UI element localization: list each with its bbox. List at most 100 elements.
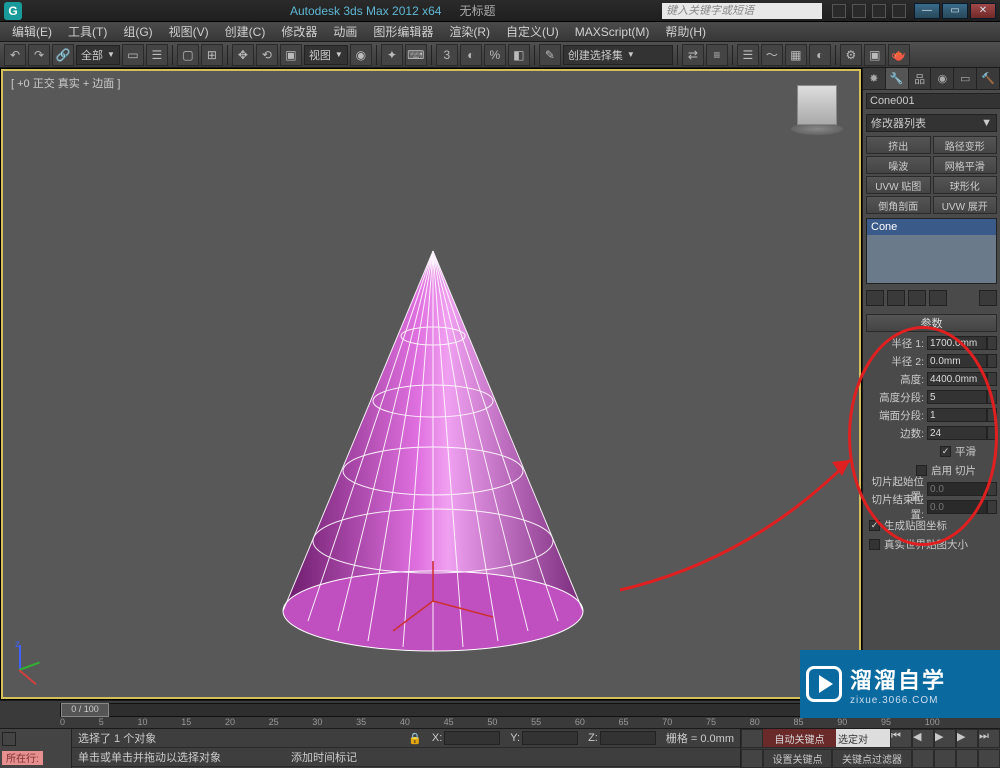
infocenter-icon[interactable] — [832, 4, 846, 18]
selection-filter-dropdown[interactable]: 全部▼ — [76, 45, 120, 65]
help-search-input[interactable]: 键入关键字或短语 — [662, 3, 822, 19]
spinner-snap-button[interactable]: ◧ — [508, 44, 530, 66]
select-button[interactable]: ▭ — [122, 44, 144, 66]
keyfilter-button[interactable]: 关键点过滤器 — [832, 749, 912, 768]
maximize-button[interactable]: ▭ — [942, 3, 968, 19]
material-editor-button[interactable]: ◐ — [809, 44, 831, 66]
mod-bevelprofile[interactable]: 倒角剖面 — [866, 196, 931, 214]
key-mode-icon[interactable] — [741, 729, 763, 748]
input-radius2[interactable]: 0.0mm — [927, 354, 987, 368]
spinner-heightsegs[interactable] — [987, 390, 997, 404]
refcoord-dropdown[interactable]: 视图▼ — [304, 45, 348, 65]
menu-edit[interactable]: 编辑(E) — [6, 21, 58, 42]
scale-button[interactable]: ▣ — [280, 44, 302, 66]
show-end-button[interactable] — [887, 290, 905, 306]
tab-utilities[interactable]: 🔨 — [977, 68, 1000, 89]
render-button[interactable]: 🫖 — [888, 44, 910, 66]
configure-sets-button[interactable] — [979, 290, 997, 306]
input-heightsegs[interactable]: 5 — [927, 390, 987, 404]
cone-object[interactable] — [263, 241, 603, 661]
nav-pan-icon[interactable] — [912, 749, 934, 768]
pin-stack-button[interactable] — [866, 290, 884, 306]
tab-display[interactable]: ▭ — [954, 68, 977, 89]
mod-spherify[interactable]: 球形化 — [933, 176, 998, 194]
tab-hierarchy[interactable]: 品 — [909, 68, 932, 89]
mod-extrude[interactable]: 挤出 — [866, 136, 931, 154]
tab-create[interactable]: ✸ — [863, 68, 886, 89]
autokey-button[interactable]: 自动关键点 — [763, 729, 836, 747]
nav-maximize-icon[interactable] — [978, 749, 1000, 768]
modifier-stack[interactable]: Cone — [866, 218, 997, 284]
menu-modifiers[interactable]: 修改器 — [275, 21, 323, 42]
close-button[interactable]: ✕ — [970, 3, 996, 19]
add-time-tag[interactable]: 添加时间标记 — [291, 749, 357, 765]
spinner-height[interactable] — [987, 372, 997, 386]
angle-snap-button[interactable]: ◐ — [460, 44, 482, 66]
curve-editor-button[interactable]: 〜 — [761, 44, 783, 66]
help-icon[interactable] — [892, 4, 906, 18]
manip-button[interactable]: ✦ — [381, 44, 403, 66]
menu-animation[interactable]: 动画 — [327, 21, 363, 42]
setkey-icon[interactable] — [741, 749, 763, 768]
modifier-list-dropdown[interactable]: 修改器列表▼ — [866, 114, 997, 132]
stack-item-cone[interactable]: Cone — [867, 219, 996, 235]
chk-genmap[interactable]: ✓ — [869, 520, 880, 531]
minimize-button[interactable]: — — [914, 3, 940, 19]
nsel-edit-button[interactable]: ✎ — [539, 44, 561, 66]
tab-modify[interactable]: 🔧 — [886, 68, 909, 89]
mod-meshsmooth[interactable]: 网格平滑 — [933, 156, 998, 174]
window-crossing-icon[interactable]: ⊞ — [201, 44, 223, 66]
input-capsegs[interactable]: 1 — [927, 408, 987, 422]
undo-button[interactable]: ↶ — [4, 44, 26, 66]
mod-uvwmap[interactable]: UVW 贴图 — [866, 176, 931, 194]
schematic-button[interactable]: ▦ — [785, 44, 807, 66]
menu-tools[interactable]: 工具(T) — [62, 21, 113, 42]
viewport[interactable]: [ +0 正交 真实 + 边面 ] — [1, 69, 861, 699]
object-name-input[interactable] — [866, 93, 1000, 109]
mod-noise[interactable]: 噪波 — [866, 156, 931, 174]
input-sides[interactable]: 24 — [927, 426, 987, 440]
render-setup-button[interactable]: ⚙ — [840, 44, 862, 66]
viewport-label[interactable]: [ +0 正交 真实 + 边面 ] — [11, 75, 120, 91]
menu-render[interactable]: 渲染(R) — [443, 21, 496, 42]
remove-mod-button[interactable] — [929, 290, 947, 306]
signin-icon[interactable] — [852, 4, 866, 18]
play-next-icon[interactable]: ⏭ — [978, 729, 1000, 748]
mod-pathdeform[interactable]: 路径变形 — [933, 136, 998, 154]
macro-rec-icon[interactable] — [2, 732, 16, 746]
rotate-button[interactable]: ⟲ — [256, 44, 278, 66]
menu-create[interactable]: 创建(C) — [219, 21, 272, 42]
play-stepback-icon[interactable]: ◀ — [912, 729, 934, 748]
input-height[interactable]: 4400.0mm — [927, 372, 987, 386]
link-button[interactable]: 🔗 — [52, 44, 74, 66]
spinner-radius2[interactable] — [987, 354, 997, 368]
play-icon[interactable]: ▶ — [934, 729, 956, 748]
time-slider-thumb[interactable]: 0 / 100 — [61, 703, 109, 717]
menu-maxscript[interactable]: MAXScript(M) — [569, 23, 656, 41]
spinner-capsegs[interactable] — [987, 408, 997, 422]
unique-button[interactable] — [908, 290, 926, 306]
menu-customize[interactable]: 自定义(U) — [500, 21, 565, 42]
menu-grapheditor[interactable]: 图形编辑器 — [367, 21, 439, 42]
layers-button[interactable]: ☰ — [737, 44, 759, 66]
rollout-params[interactable]: 参数 — [866, 314, 997, 332]
select-name-button[interactable]: ☰ — [146, 44, 168, 66]
coord-z-input[interactable] — [600, 731, 656, 745]
rect-select-icon[interactable]: ▢ — [177, 44, 199, 66]
menu-help[interactable]: 帮助(H) — [659, 21, 712, 42]
align-button[interactable]: ≡ — [706, 44, 728, 66]
spinner-sides[interactable] — [987, 426, 997, 440]
redo-button[interactable]: ↷ — [28, 44, 50, 66]
pct-snap-button[interactable]: % — [484, 44, 506, 66]
input-radius1[interactable]: 1700.0mm — [927, 336, 987, 350]
named-selset-dropdown[interactable]: 创建选择集▼ — [563, 45, 673, 65]
coord-x-input[interactable] — [444, 731, 500, 745]
menu-group[interactable]: 组(G) — [117, 21, 158, 42]
chk-realworld[interactable] — [869, 539, 880, 550]
lock-icon[interactable]: 🔒 — [408, 732, 422, 745]
spinner-radius1[interactable] — [987, 336, 997, 350]
coord-y-input[interactable] — [522, 731, 578, 745]
nav-orbit-icon[interactable] — [956, 749, 978, 768]
tab-motion[interactable]: ◉ — [931, 68, 954, 89]
app-icon[interactable]: G — [4, 2, 22, 20]
